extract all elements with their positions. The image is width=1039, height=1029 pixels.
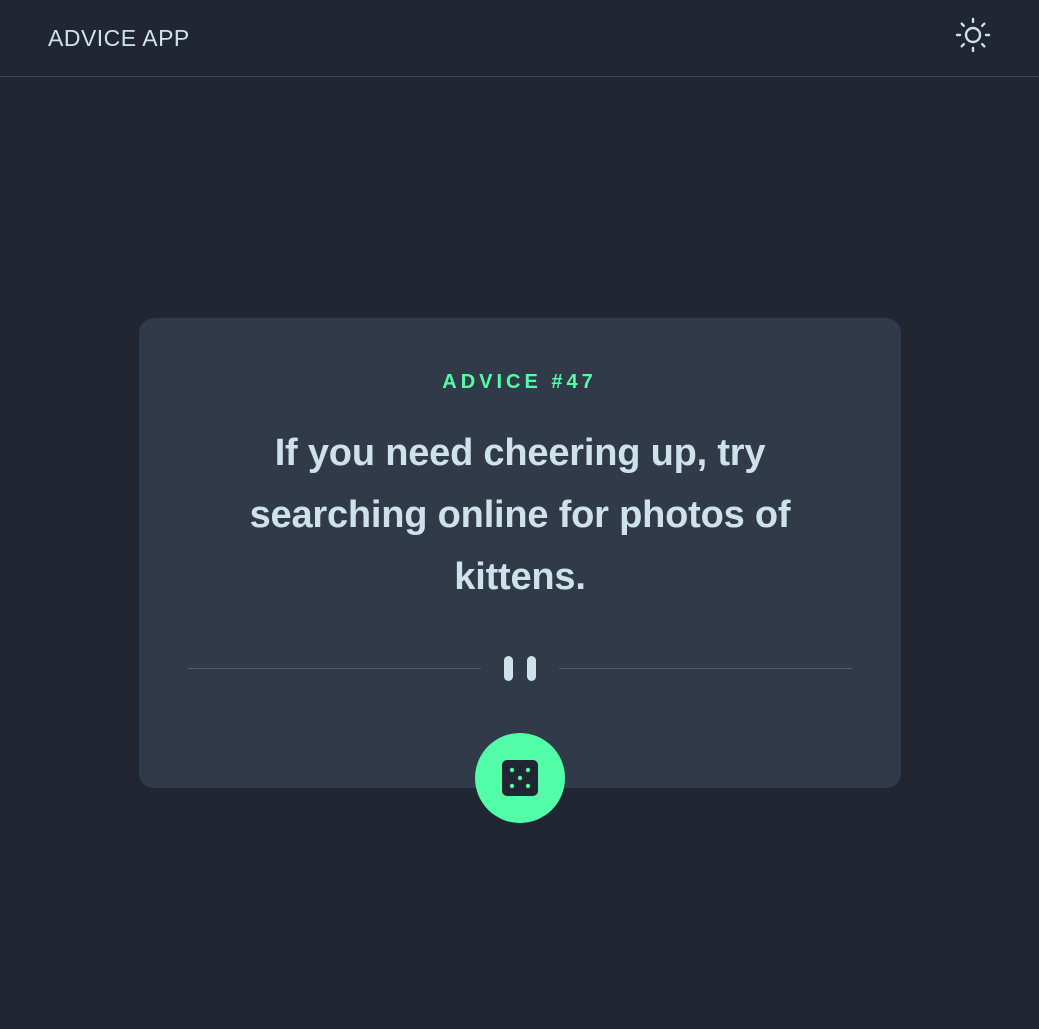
divider-right: [559, 668, 853, 669]
advice-quote: If you need cheering up, try searching o…: [249, 432, 791, 598]
divider-left: [187, 668, 481, 669]
sun-icon: [955, 17, 991, 53]
advice-number: ADVICE #47: [442, 371, 597, 393]
pause-icon: [504, 656, 536, 681]
new-advice-button[interactable]: [475, 733, 565, 823]
app-title: ADVICE APP: [48, 25, 190, 51]
app-header: ADVICE APP: [0, 0, 1039, 77]
theme-toggle-button[interactable]: [953, 15, 993, 55]
dice-icon: [502, 760, 538, 796]
